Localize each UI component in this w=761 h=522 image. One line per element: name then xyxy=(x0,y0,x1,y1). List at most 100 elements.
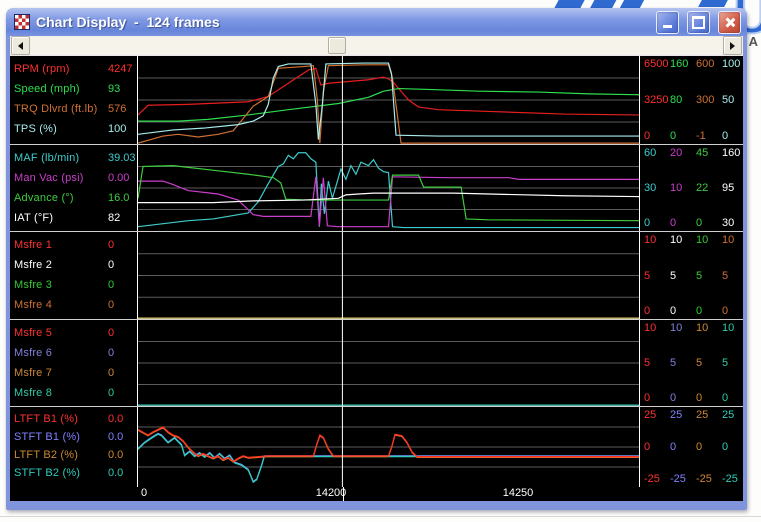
param-label: Msfre 6 xyxy=(14,347,53,359)
chart-plot[interactable] xyxy=(138,232,639,319)
misfire-1-4-panel: Msfre 1 0 Msfre 2 0 Msfre 3 0 Msfre 4 0 10 10 10 10… xyxy=(10,231,743,319)
param-value: 0 xyxy=(108,327,115,339)
x-axis-tick-label: 14200 xyxy=(315,487,347,499)
frame-scrollbar[interactable] xyxy=(10,36,743,55)
trace-maf xyxy=(138,153,639,228)
scale-row: 0 0 0 0 xyxy=(644,305,743,317)
scale-value: 80 xyxy=(670,94,683,106)
chart-plot-svg xyxy=(138,407,639,487)
chart-plot[interactable] xyxy=(138,56,639,144)
param-label: STFT B1 (%) xyxy=(14,431,81,443)
scale-row: -25 -25 -25 -25 xyxy=(644,473,743,485)
scale-row: 3250 80 300 50 xyxy=(644,94,743,106)
param-value: 0 xyxy=(108,299,115,311)
param-value: 0 xyxy=(108,279,115,291)
param-value: 0 xyxy=(108,387,115,399)
param-label: Msfre 7 xyxy=(14,367,53,379)
window-bottom-border xyxy=(6,501,747,508)
scale-value: 0 xyxy=(644,441,651,453)
scale-value: -1 xyxy=(696,130,706,142)
scale-value: 60 xyxy=(644,147,657,159)
scale-value: 5 xyxy=(644,269,651,282)
param-row: Speed (mph) 93 xyxy=(14,79,137,99)
param-label: Msfre 3 xyxy=(14,279,53,291)
scale-value: 22 xyxy=(696,182,709,194)
scale-value: 0 xyxy=(670,441,677,453)
scale-value: 10 xyxy=(696,234,709,246)
x-axis-tick-label: 0 xyxy=(141,487,148,499)
trace-speed xyxy=(138,89,639,122)
scale-value: 5 xyxy=(722,269,729,282)
scale-value: 5 xyxy=(722,357,729,369)
param-label: MAF (lb/min) xyxy=(14,152,80,164)
desktop-background: U A Chart Display - 124 frames RPM (rpm)… xyxy=(0,0,761,522)
param-row: STFT B2 (%) 0.0 xyxy=(14,464,137,482)
param-label: STFT B2 (%) xyxy=(14,467,81,479)
maximize-button[interactable] xyxy=(687,10,710,34)
scale-row: 10 10 10 10 xyxy=(644,234,743,246)
scale-column: 6500 160 600 100 3250 80 300 50 0 0 -1 0 xyxy=(639,56,743,144)
close-icon xyxy=(724,17,735,28)
param-row: Msfre 8 0 xyxy=(14,383,137,403)
scale-column: 10 10 10 10 5 5 5 5 0 0 0 0 xyxy=(639,320,743,406)
chart-plot[interactable] xyxy=(138,407,639,487)
scroll-left-button[interactable] xyxy=(11,36,30,55)
misfire-5-8-panel: Msfre 5 0 Msfre 6 0 Msfre 7 0 Msfre 8 0 10 10 10 10… xyxy=(10,319,743,406)
scale-value: 300 xyxy=(696,94,715,106)
scale-value: 0 xyxy=(644,392,651,404)
scale-value: 5 xyxy=(696,357,703,369)
scale-value: 160 xyxy=(670,58,689,70)
x-axis: 0 14200 14250 xyxy=(10,487,743,501)
scale-row: 0 0 0 0 xyxy=(644,441,743,453)
param-label: Msfre 2 xyxy=(14,259,53,271)
scale-value: 0 xyxy=(696,217,703,229)
scale-value: 0 xyxy=(696,441,703,453)
scrollbar-thumb[interactable] xyxy=(328,37,347,54)
scale-value: 6500 xyxy=(644,58,669,70)
scrollbar-track[interactable] xyxy=(31,37,722,54)
param-label: Msfre 8 xyxy=(14,387,53,399)
window-title: Chart Display - 124 frames xyxy=(36,14,220,30)
param-row: Msfre 6 0 xyxy=(14,343,137,363)
scale-value: -25 xyxy=(722,473,738,485)
scale-row: 5 5 5 5 xyxy=(644,357,743,369)
chart-plot-svg xyxy=(138,145,639,231)
param-value: 0 xyxy=(108,347,115,359)
scale-value: 50 xyxy=(722,94,735,106)
scale-value: 25 xyxy=(644,409,657,421)
scale-value: 0 xyxy=(670,217,677,229)
param-row: TPS (%) 100 xyxy=(14,119,137,139)
scale-value: 600 xyxy=(696,58,715,70)
scale-value: 10 xyxy=(644,322,657,334)
scale-value: 10 xyxy=(696,322,709,334)
minimize-button[interactable] xyxy=(656,10,679,34)
param-value: 39.03 xyxy=(108,152,136,164)
scale-value: 30 xyxy=(722,217,735,229)
engine-panel: RPM (rpm) 4247 Speed (mph) 93 TRQ Dlvrd (ft.… xyxy=(10,56,743,144)
chart-app-icon xyxy=(14,14,30,30)
param-value: 0 xyxy=(108,367,115,379)
param-label: TRQ Dlvrd (ft.lb) xyxy=(14,103,98,115)
scale-value: -25 xyxy=(670,473,686,485)
param-label: Man Vac (psi) xyxy=(14,172,84,184)
scroll-right-button[interactable] xyxy=(723,36,742,55)
airflow-panel: MAF (lb/min) 39.03 Man Vac (psi) 0.00 Advanc… xyxy=(10,144,743,231)
scale-value: 45 xyxy=(696,147,709,159)
scale-value: 160 xyxy=(722,147,741,159)
scale-row: 0 0 -1 0 xyxy=(644,130,743,142)
chart-plot[interactable] xyxy=(138,320,639,406)
param-label: Msfre 1 xyxy=(14,239,53,251)
chart-plot[interactable] xyxy=(138,145,639,231)
param-value: 100 xyxy=(108,123,127,135)
param-value: 0.00 xyxy=(108,172,130,184)
x-axis-labels: 0 14200 14250 xyxy=(139,487,639,501)
param-row: STFT B1 (%) 0.0 xyxy=(14,428,137,446)
titlebar[interactable]: Chart Display - 124 frames xyxy=(6,8,747,36)
close-button[interactable] xyxy=(718,10,741,34)
scale-value: 0 xyxy=(670,305,677,317)
scale-value: 10 xyxy=(670,182,683,194)
scroll-right-icon xyxy=(730,41,739,50)
scale-value: 0 xyxy=(644,130,651,142)
param-value: 0.0 xyxy=(108,449,124,461)
scale-value: 10 xyxy=(722,234,735,246)
